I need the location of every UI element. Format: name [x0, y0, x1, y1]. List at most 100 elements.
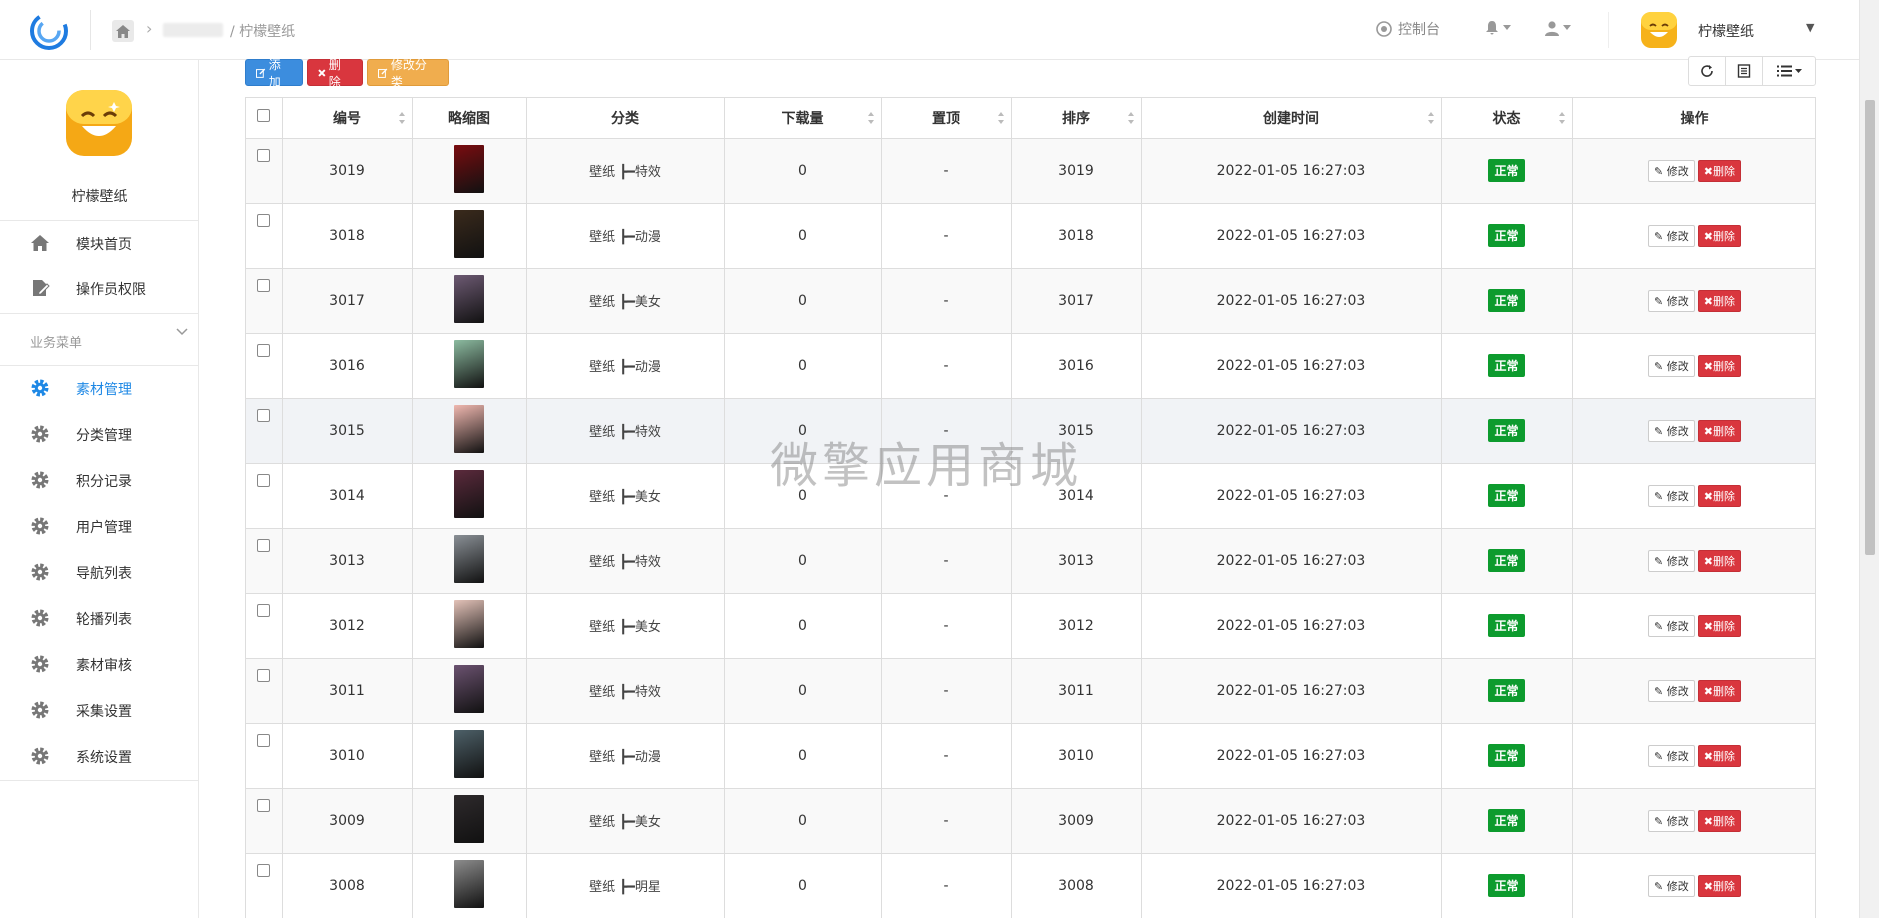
row-delete-button[interactable]: ✖删除 — [1697, 614, 1741, 637]
row-edit-button[interactable]: ✎ 修改 — [1648, 614, 1695, 637]
row-delete-button[interactable]: ✖删除 — [1697, 484, 1741, 507]
thumbnail-image[interactable] — [454, 534, 484, 583]
cell-created: 2022-01-05 16:27:03 — [1141, 203, 1442, 269]
row-delete-button[interactable]: ✖删除 — [1697, 159, 1741, 182]
thumbnail-image[interactable] — [454, 469, 484, 518]
row-checkbox[interactable] — [257, 148, 271, 162]
row-checkbox[interactable] — [257, 863, 271, 877]
row-edit-button[interactable]: ✎ 修改 — [1648, 354, 1695, 377]
sidebar-item-points-records[interactable]: 积分记录 — [0, 459, 199, 501]
select-all-checkbox[interactable] — [257, 109, 271, 123]
sidebar-item-system-settings[interactable]: 系统设置 — [0, 735, 199, 777]
refresh-button[interactable] — [1688, 56, 1726, 86]
thumbnail-image[interactable] — [454, 339, 484, 388]
table-row[interactable]: 3009 壁纸 ┣━美女 0-3009 2022-01-05 16:27:03 正常 ✎ … — [246, 788, 1815, 854]
cell-status: 正常 — [1441, 658, 1573, 724]
column-header-sort[interactable]: 排序 — [1011, 98, 1142, 139]
row-delete-button[interactable]: ✖删除 — [1697, 289, 1741, 312]
sidebar-item-module-home[interactable]: 模块首页 — [0, 222, 199, 264]
sidebar-item-navigation-list[interactable]: 导航列表 — [0, 551, 199, 593]
table-row[interactable]: 3011 壁纸 ┣━特效 0-3011 2022-01-05 16:27:03 正常 ✎ … — [246, 658, 1815, 724]
column-header-created[interactable]: 创建时间 — [1141, 98, 1442, 139]
sidebar-item-collection-settings[interactable]: 采集设置 — [0, 689, 199, 731]
thumbnail-image[interactable] — [454, 729, 484, 778]
sidebar-item-material-management[interactable]: 素材管理 — [0, 367, 199, 409]
sidebar-item-material-review[interactable]: 素材审核 — [0, 643, 199, 685]
row-delete-button[interactable]: ✖删除 — [1697, 744, 1741, 767]
row-delete-button[interactable]: ✖删除 — [1697, 679, 1741, 702]
thumbnail-image[interactable] — [454, 404, 484, 453]
thumbnail-image[interactable] — [454, 274, 484, 323]
app-logo[interactable] — [28, 10, 70, 52]
column-header-id[interactable]: 编号 — [282, 98, 413, 139]
row-checkbox[interactable] — [257, 603, 271, 617]
table-row[interactable]: 3016 壁纸 ┣━动漫 0-3016 2022-01-05 16:27:03 正常 ✎ … — [246, 333, 1815, 399]
row-checkbox[interactable] — [257, 408, 271, 422]
sidebar-item-user-management[interactable]: 用户管理 — [0, 505, 199, 547]
table-row[interactable]: 3019 壁纸 ┣━特效 0-3019 2022-01-05 16:27:03 正常 ✎ … — [246, 138, 1815, 204]
thumbnail-image[interactable] — [454, 144, 484, 193]
caret-down-icon[interactable]: ▼ — [1806, 21, 1814, 34]
notifications-dropdown[interactable] — [1484, 20, 1511, 36]
page-scrollbar[interactable] — [1859, 0, 1879, 918]
row-edit-button[interactable]: ✎ 修改 — [1648, 484, 1695, 507]
row-delete-button[interactable]: ✖删除 — [1697, 874, 1741, 897]
table-row[interactable]: 3014 壁纸 ┣━美女 0-3014 2022-01-05 16:27:03 正常 ✎ … — [246, 463, 1815, 529]
sort-icon — [997, 112, 1004, 124]
row-checkbox[interactable] — [257, 343, 271, 357]
row-delete-button[interactable]: ✖删除 — [1697, 419, 1741, 442]
row-edit-button[interactable]: ✎ 修改 — [1648, 159, 1695, 182]
row-checkbox[interactable] — [257, 473, 271, 487]
row-checkbox[interactable] — [257, 538, 271, 552]
row-delete-button[interactable]: ✖删除 — [1697, 354, 1741, 377]
column-header-downloads[interactable]: 下载量 — [724, 98, 882, 139]
column-header-status[interactable]: 状态 — [1441, 98, 1573, 139]
row-checkbox[interactable] — [257, 278, 271, 292]
edit-category-button[interactable]: 修改分类 — [367, 58, 449, 89]
row-edit-button[interactable]: ✎ 修改 — [1648, 874, 1695, 897]
table-row[interactable]: 3018 壁纸 ┣━动漫 0-3018 2022-01-05 16:27:03 正常 ✎ … — [246, 203, 1815, 269]
row-edit-button[interactable]: ✎ 修改 — [1648, 289, 1695, 312]
table-row[interactable]: 3010 壁纸 ┣━动漫 0-3010 2022-01-05 16:27:03 正常 ✎ … — [246, 723, 1815, 789]
row-delete-button[interactable]: ✖删除 — [1697, 809, 1741, 832]
user-name[interactable]: 柠檬壁纸 — [1698, 21, 1754, 41]
table-row[interactable]: 3008 壁纸 ┣━明星 0-3008 2022-01-05 16:27:03 正常 ✎ … — [246, 853, 1815, 918]
sidebar-item-carousel-list[interactable]: 轮播列表 — [0, 597, 199, 639]
row-checkbox[interactable] — [257, 213, 271, 227]
thumbnail-image[interactable] — [454, 599, 484, 648]
row-edit-button[interactable]: ✎ 修改 — [1648, 679, 1695, 702]
thumbnail-image[interactable] — [454, 859, 484, 908]
chevron-down-icon[interactable] — [176, 328, 188, 336]
add-button[interactable]: 添加 — [245, 58, 303, 89]
home-icon[interactable] — [112, 20, 134, 42]
thumbnail-image[interactable] — [454, 794, 484, 843]
row-checkbox[interactable] — [257, 733, 271, 747]
column-header-pinned[interactable]: 置顶 — [881, 98, 1012, 139]
sidebar-item-label: 分类管理 — [76, 428, 132, 444]
columns-dropdown[interactable] — [1762, 56, 1816, 86]
row-delete-button[interactable]: ✖删除 — [1697, 549, 1741, 572]
table-row[interactable]: 3015 壁纸 ┣━特效 0-3015 2022-01-05 16:27:03 正常 ✎ … — [246, 398, 1815, 464]
row-select-cell — [246, 398, 283, 464]
delete-button[interactable]: 删除 — [307, 58, 363, 89]
user-avatar[interactable] — [1640, 11, 1678, 49]
row-edit-button[interactable]: ✎ 修改 — [1648, 809, 1695, 832]
row-edit-button[interactable]: ✎ 修改 — [1648, 224, 1695, 247]
sidebar-item-operator-permissions[interactable]: 操作员权限 — [0, 267, 199, 309]
row-edit-button[interactable]: ✎ 修改 — [1648, 744, 1695, 767]
row-edit-button[interactable]: ✎ 修改 — [1648, 419, 1695, 442]
console-link[interactable]: 控制台 — [1376, 19, 1440, 39]
thumbnail-image[interactable] — [454, 664, 484, 713]
table-row[interactable]: 3017 壁纸 ┣━美女 0-3017 2022-01-05 16:27:03 正常 ✎ … — [246, 268, 1815, 334]
table-row[interactable]: 3012 壁纸 ┣━美女 0-3012 2022-01-05 16:27:03 正常 ✎ … — [246, 593, 1815, 659]
toggle-view-button[interactable] — [1725, 56, 1763, 86]
user-dropdown[interactable] — [1544, 20, 1571, 36]
thumbnail-image[interactable] — [454, 209, 484, 258]
sidebar-item-category-management[interactable]: 分类管理 — [0, 413, 199, 455]
row-checkbox[interactable] — [257, 798, 271, 812]
table-row[interactable]: 3013 壁纸 ┣━特效 0-3013 2022-01-05 16:27:03 正常 ✎ … — [246, 528, 1815, 594]
row-checkbox[interactable] — [257, 668, 271, 682]
row-edit-button[interactable]: ✎ 修改 — [1648, 549, 1695, 572]
scrollbar-thumb[interactable] — [1865, 100, 1875, 555]
row-delete-button[interactable]: ✖删除 — [1697, 224, 1741, 247]
